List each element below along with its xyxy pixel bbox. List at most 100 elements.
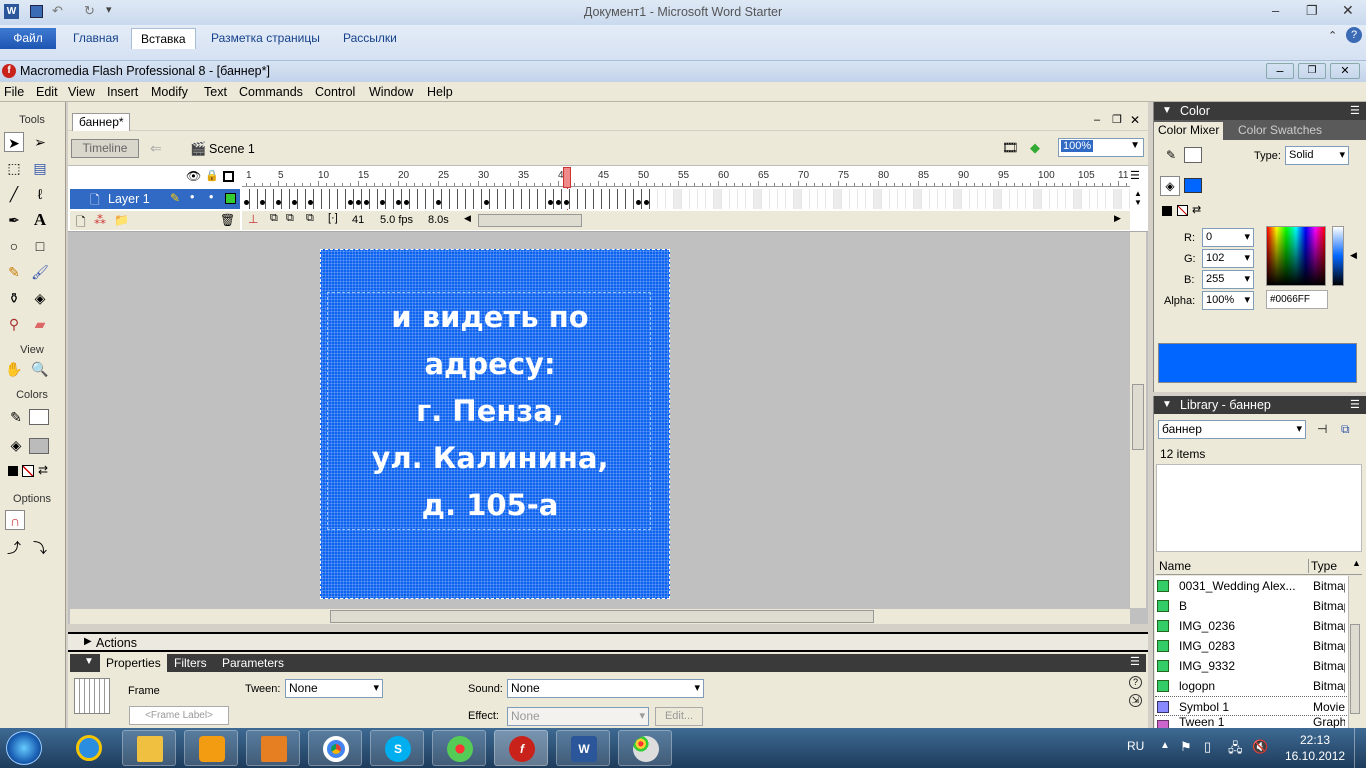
clock-date[interactable]: 16.10.2012: [1285, 749, 1345, 763]
library-select[interactable]: баннер: [1158, 420, 1306, 439]
keyframe-dot[interactable]: [308, 200, 313, 205]
library-item[interactable]: 0031_Wedding Alex... Bitmap: [1155, 576, 1361, 596]
library-item[interactable]: logopn Bitmap: [1155, 676, 1361, 696]
sound-select[interactable]: None: [507, 679, 704, 698]
keyframe-dot[interactable]: [404, 200, 409, 205]
word-tab-home[interactable]: Главная: [64, 28, 128, 49]
no-color-icon[interactable]: [22, 465, 34, 477]
keyframe-dot[interactable]: [564, 200, 569, 205]
g-input[interactable]: 102: [1202, 249, 1254, 268]
stage-horizontal-scrollbar[interactable]: [70, 609, 1130, 624]
ie-taskbar-button[interactable]: [62, 730, 116, 766]
actions-label[interactable]: Actions: [96, 636, 137, 650]
zoom-select[interactable]: 100% ▼: [1058, 138, 1144, 157]
paint-taskbar-button[interactable]: [618, 730, 672, 766]
keyframe-dot[interactable]: [380, 200, 385, 205]
start-button-icon[interactable]: [6, 731, 42, 765]
edit-scene-icon[interactable]: 🎞: [1002, 140, 1019, 156]
col-name[interactable]: Name: [1159, 559, 1191, 573]
fill-color-icon[interactable]: ◈: [6, 435, 26, 455]
swap-colors-icon[interactable]: ⇄: [38, 463, 48, 477]
show-desktop-button[interactable]: [1354, 728, 1366, 768]
straighten-icon[interactable]: ⤵: [30, 538, 50, 558]
tray-expand-icon[interactable]: ▲: [1160, 740, 1170, 751]
gradient-transform-icon[interactable]: ▤: [30, 158, 50, 178]
edit-multiple-icon[interactable]: ⧉: [306, 212, 314, 225]
menu-file[interactable]: File: [0, 82, 28, 102]
sort-icon[interactable]: ▲: [1352, 558, 1361, 568]
col-type[interactable]: Type: [1308, 559, 1337, 573]
flash-minimize-icon[interactable]: –: [1266, 63, 1294, 79]
fill-swatch[interactable]: [1184, 178, 1202, 193]
menu-edit[interactable]: Edit: [32, 82, 62, 102]
keyframe-dot[interactable]: [636, 200, 641, 205]
type-select[interactable]: Solid: [1285, 146, 1349, 165]
effect-select[interactable]: None: [507, 707, 649, 726]
onion-outline-icon[interactable]: ⧉: [286, 212, 294, 225]
oval-tool-icon[interactable]: ○: [4, 236, 24, 256]
layer-color-square[interactable]: [225, 193, 236, 204]
zoom-tool-icon[interactable]: 🔍: [30, 359, 50, 379]
keyframe-dot[interactable]: [484, 200, 489, 205]
flash-taskbar-button[interactable]: f: [494, 730, 548, 766]
timeline-vscroll[interactable]: ▲ ▼: [1132, 189, 1144, 209]
tab-color-mixer[interactable]: Color Mixer: [1154, 122, 1224, 140]
eraser-icon[interactable]: ▰: [30, 314, 50, 334]
app-taskbar-button[interactable]: [246, 730, 300, 766]
delete-layer-icon[interactable]: 🗑: [220, 213, 235, 227]
restore-icon[interactable]: ❐: [1306, 3, 1318, 19]
smooth-icon[interactable]: ⤴: [4, 538, 24, 558]
frames-row[interactable]: [242, 189, 1130, 209]
menu-modify[interactable]: Modify: [147, 82, 192, 102]
keyframe-dot[interactable]: [348, 200, 353, 205]
pin-library-icon[interactable]: ⊣: [1317, 422, 1327, 436]
keyframe-dot[interactable]: [244, 200, 249, 205]
panel-menu-icon[interactable]: ☰: [1350, 396, 1360, 414]
language-indicator[interactable]: RU: [1127, 739, 1144, 753]
keyframe-dot[interactable]: [356, 200, 361, 205]
keyframe-dot[interactable]: [260, 200, 265, 205]
eyedropper-icon[interactable]: ⚲: [4, 314, 24, 334]
brightness-slider[interactable]: [1332, 226, 1344, 286]
tab-color-swatches[interactable]: Color Swatches: [1238, 123, 1322, 137]
tab-parameters[interactable]: Parameters: [216, 654, 290, 672]
new-library-icon[interactable]: ⧉: [1341, 422, 1350, 437]
hex-input[interactable]: #0066FF: [1266, 290, 1328, 309]
free-transform-icon[interactable]: ⬚: [4, 158, 24, 178]
alpha-input[interactable]: 100%: [1202, 291, 1254, 310]
fill-color-swatch[interactable]: [29, 438, 49, 454]
props-expand-icon[interactable]: ⇲: [1129, 694, 1142, 707]
library-vscroll-thumb[interactable]: [1350, 624, 1360, 714]
explorer-taskbar-button[interactable]: [122, 730, 176, 766]
keyframe-dot[interactable]: [292, 200, 297, 205]
timeline-menu-icon[interactable]: ☰: [1130, 169, 1140, 182]
menu-window[interactable]: Window: [365, 82, 417, 102]
menu-view[interactable]: View: [64, 82, 99, 102]
keyframe-dot[interactable]: [364, 200, 369, 205]
props-help-icon[interactable]: ?: [1129, 676, 1142, 689]
rectangle-tool-icon[interactable]: □: [30, 236, 50, 256]
device-icon[interactable]: ▯: [1204, 739, 1211, 755]
icq-taskbar-button[interactable]: [432, 730, 486, 766]
word-tab-file[interactable]: Файл: [0, 28, 56, 49]
flash-close-icon[interactable]: ✕: [1330, 63, 1360, 79]
keyframe-dot[interactable]: [436, 200, 441, 205]
pen-tool-icon[interactable]: ✒: [4, 210, 24, 230]
ink-bottle-icon[interactable]: ⚱: [4, 288, 24, 308]
center-frame-icon[interactable]: ⊥: [248, 212, 258, 226]
menu-text[interactable]: Text: [200, 82, 231, 102]
menu-insert[interactable]: Insert: [103, 82, 142, 102]
edit-symbol-icon[interactable]: ◆: [1030, 140, 1040, 156]
banner-text[interactable]: и видеть по адресу: г. Пенза, ул. Калини…: [330, 294, 650, 529]
layer-name[interactable]: Layer 1: [108, 192, 150, 206]
lasso-tool-icon[interactable]: ℓ: [30, 184, 50, 204]
outline-icon[interactable]: [223, 171, 234, 182]
frame-rate[interactable]: 5.0 fps: [380, 214, 413, 226]
library-vscroll[interactable]: [1348, 576, 1361, 728]
layer-lock-dot[interactable]: •: [209, 190, 213, 204]
library-item[interactable]: IMG_0236 Bitmap: [1155, 616, 1361, 636]
brush-tool-icon[interactable]: 🖌: [30, 262, 50, 282]
scene-label[interactable]: Scene 1: [209, 142, 255, 156]
library-item[interactable]: B Bitmap: [1155, 596, 1361, 616]
document-tab[interactable]: баннер*: [72, 113, 130, 131]
